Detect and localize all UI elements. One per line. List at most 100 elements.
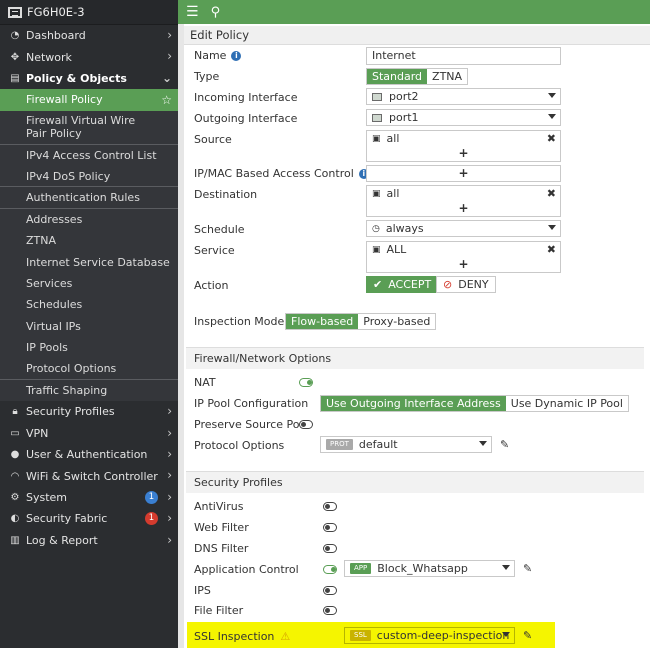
appcontrol-toggle[interactable] (323, 565, 337, 574)
nav-network[interactable]: ✥ Network › (0, 46, 178, 67)
action-label: Action (194, 279, 229, 292)
pencil-icon[interactable]: ✎ (523, 629, 532, 642)
sidebar-item-ztna[interactable]: ZTNA (0, 230, 178, 252)
type-standard-option[interactable]: Standard (367, 69, 428, 84)
page-title: Edit Policy (184, 26, 650, 45)
antivirus-toggle[interactable] (323, 502, 337, 511)
nav-policy-objects[interactable]: ▤ Policy & Objects ⌄ (0, 68, 178, 89)
button-label: ACCEPT (388, 278, 432, 291)
nav-label: Security Fabric (26, 512, 108, 526)
protocol-options-select[interactable]: PROT default (320, 436, 492, 453)
nav-user-auth[interactable]: ● User & Authentication › (0, 444, 178, 465)
sidebar-item-auth-rules[interactable]: Authentication Rules (0, 187, 178, 209)
gear-icon: ⚙ (10, 492, 20, 503)
menu-icon[interactable]: ☰ (186, 4, 199, 20)
sidebar-item-services[interactable]: Services (0, 272, 178, 295)
ipmac-field[interactable]: + (366, 165, 561, 182)
firewall-icon (8, 6, 22, 18)
sidebar-item-isdb[interactable]: Internet Service Database (0, 251, 178, 273)
info-icon[interactable]: i (231, 51, 242, 61)
nav-log-report[interactable]: ▥ Log & Report › (0, 530, 178, 551)
name-field[interactable]: Internet (366, 47, 561, 65)
chevron-right-icon: › (167, 468, 172, 483)
caret-down-icon (502, 632, 510, 637)
add-icon[interactable]: + (458, 166, 468, 180)
use-outgoing-interface-option[interactable]: Use Outgoing Interface Address (321, 396, 506, 411)
sidebar-item-protocol-options[interactable]: Protocol Options (0, 358, 178, 380)
ips-toggle[interactable] (323, 586, 337, 595)
nav-dashboard[interactable]: ◔ Dashboard › (0, 25, 178, 46)
nav-label: IPv4 Access Control List (26, 148, 157, 162)
accept-button[interactable]: ✔ ACCEPT (366, 276, 439, 293)
sidebar-item-addresses[interactable]: Addresses (0, 208, 178, 231)
nav-security-fabric[interactable]: ◐ Security Fabric 1 › (0, 508, 178, 529)
filefilter-toggle[interactable] (323, 606, 337, 615)
sidebar-item-schedules[interactable]: Schedules (0, 294, 178, 316)
add-icon[interactable]: + (367, 146, 560, 160)
sidebar-item-virtual-wire-pair[interactable]: Firewall Virtual Wire Pair Policy (0, 110, 178, 145)
destination-field[interactable]: ▣ all ✖ + (366, 185, 561, 217)
nav-label: Traffic Shaping (26, 384, 108, 398)
sidebar-item-virtual-ips[interactable]: Virtual IPs (0, 315, 178, 338)
add-icon[interactable]: + (367, 201, 560, 215)
pencil-icon[interactable]: ✎ (523, 562, 532, 575)
search-icon[interactable]: ⚲ (211, 5, 221, 20)
ssl-tag: SSL (350, 630, 371, 641)
nav-system[interactable]: ⚙ System 1 › (0, 487, 178, 508)
device-name: FG6H0E-3 (27, 5, 85, 19)
preserve-source-port-toggle[interactable] (299, 420, 313, 429)
proxy-based-option[interactable]: Proxy-based (358, 314, 436, 329)
remove-icon[interactable]: ✖ (547, 187, 556, 200)
nav-label: Dashboard (26, 29, 86, 43)
sidebar-item-traffic-shaping[interactable]: Traffic Shaping (0, 379, 178, 402)
dnsfilter-toggle[interactable] (323, 544, 337, 553)
appcontrol-select[interactable]: APP Block_Whatsapp (344, 560, 515, 577)
sidebar-item-firewall-policy[interactable]: Firewall Policy ☆ (0, 89, 178, 111)
sidebar-item-ipv4-acl[interactable]: IPv4 Access Control List (0, 144, 178, 166)
outgoing-label: Outgoing Interface (194, 112, 298, 125)
notification-badge: 1 (145, 512, 158, 526)
star-icon[interactable]: ☆ (161, 93, 172, 107)
chevron-right-icon: › (167, 425, 172, 440)
sidebar-item-ipv4-dos[interactable]: IPv4 DoS Policy (0, 165, 178, 188)
nav-vpn[interactable]: ▭ VPN › (0, 423, 178, 444)
outgoing-interface-select[interactable]: port1 (366, 109, 561, 126)
add-icon[interactable]: + (367, 257, 560, 271)
nav-wifi-switch[interactable]: ◠ WiFi & Switch Controller › (0, 465, 178, 486)
network-icon: ✥ (10, 51, 20, 63)
webfilter-toggle[interactable] (323, 523, 337, 532)
nav-label: Protocol Options (26, 362, 117, 376)
sidebar-item-ip-pools[interactable]: IP Pools (0, 337, 178, 359)
service-field[interactable]: ▣ ALL ✖ + (366, 241, 561, 273)
flow-based-option[interactable]: Flow-based (286, 314, 359, 329)
use-dynamic-ip-pool-option[interactable]: Use Dynamic IP Pool (505, 396, 628, 411)
ssl-inspection-select[interactable]: SSL custom-deep-inspection (344, 627, 515, 644)
service-entry: ALL (386, 243, 407, 256)
dashboard-icon: ◔ (10, 30, 20, 42)
nat-toggle[interactable] (299, 378, 313, 387)
chevron-right-icon: › (167, 49, 172, 64)
nat-label: NAT (194, 376, 216, 389)
source-entry: all (386, 132, 400, 145)
service-icon: ▣ (372, 244, 381, 255)
chevron-right-icon: › (167, 447, 172, 462)
deny-button[interactable]: ⊘ DENY (436, 276, 496, 293)
device-header[interactable]: FG6H0E-3 (0, 0, 178, 25)
schedule-select[interactable]: ◷ always (366, 220, 561, 237)
button-label: DENY (458, 278, 489, 291)
security-profiles-section-header: Security Profiles (186, 471, 644, 493)
address-icon: ▣ (372, 133, 381, 144)
remove-icon[interactable]: ✖ (547, 243, 556, 256)
pencil-icon[interactable]: ✎ (500, 438, 509, 451)
type-ztna-option[interactable]: ZTNA (427, 69, 468, 84)
notification-badge: 1 (145, 490, 158, 504)
antivirus-label: AntiVirus (194, 500, 244, 513)
chevron-right-icon: › (167, 532, 172, 547)
app-tag: APP (350, 563, 372, 574)
nav-label: IPv4 DoS Policy (26, 169, 111, 183)
source-field[interactable]: ▣ all ✖ + (366, 130, 561, 162)
remove-icon[interactable]: ✖ (547, 132, 556, 145)
incoming-interface-select[interactable]: port2 (366, 88, 561, 105)
nav-label: Virtual IPs (26, 319, 81, 333)
nav-security-profiles[interactable]: 🔒︎ Security Profiles › (0, 401, 178, 422)
